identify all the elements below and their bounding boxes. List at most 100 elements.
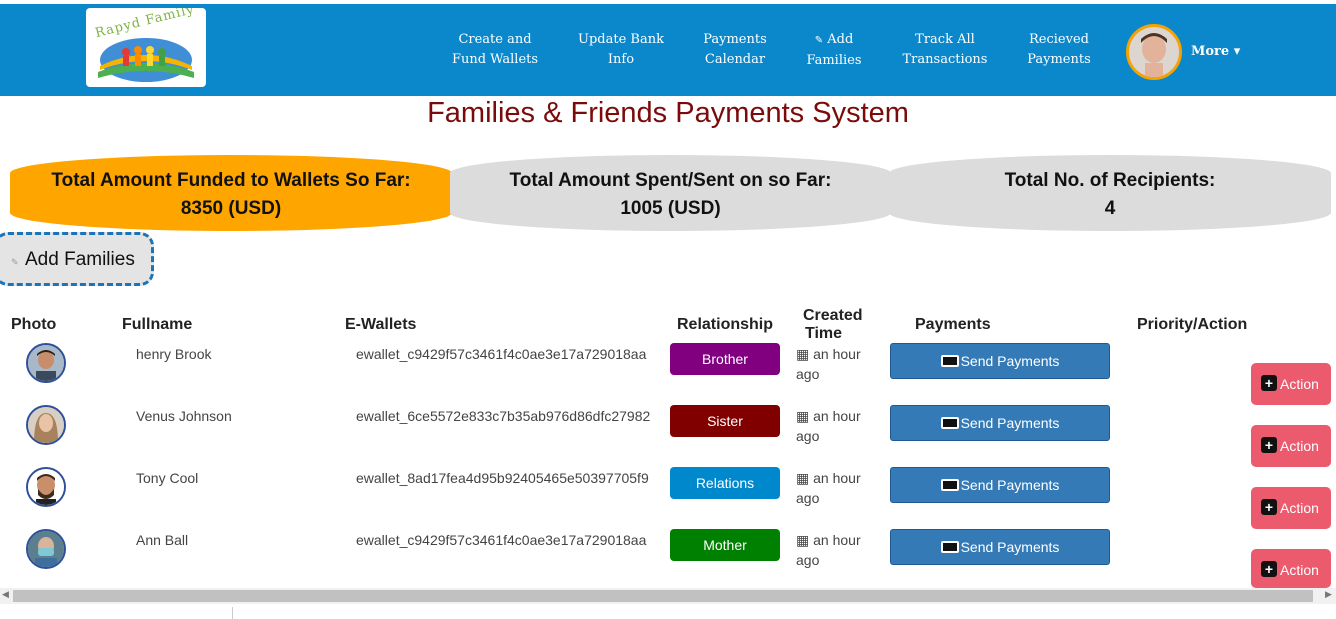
avatar <box>26 343 66 383</box>
header-priority-action: Priority/Action <box>1137 316 1248 333</box>
fullname-cell: henry Brook <box>136 346 212 362</box>
header-created-line2: Time <box>805 325 843 342</box>
nav-label-line1: Add <box>827 32 854 47</box>
edit-icon: ✎ <box>11 257 19 267</box>
header-photo: Photo <box>11 316 57 333</box>
time-line2: ago <box>796 366 820 382</box>
stat-recipients: Total No. of Recipients: 4 <box>889 155 1331 231</box>
send-payments-button[interactable]: Send Payments <box>890 405 1110 441</box>
action-label: Action <box>1280 376 1319 392</box>
created-time-cell: ▦ an hour ago <box>796 406 876 446</box>
nav-payments-calendar[interactable]: Payments Calendar <box>697 30 773 70</box>
nav-label-line1: Track All <box>915 32 975 47</box>
money-icon <box>940 355 959 367</box>
nav-update-bank-info[interactable]: Update Bank Info <box>577 30 665 70</box>
calendar-icon: ▦ <box>796 346 810 362</box>
money-icon <box>940 541 959 553</box>
send-payments-label: Send Payments <box>960 415 1060 431</box>
person-photo <box>28 407 64 443</box>
time-line1: an hour <box>813 408 861 424</box>
plus-square-icon: + <box>1261 561 1277 577</box>
stat-value: 4 <box>1104 198 1116 219</box>
action-label: Action <box>1280 438 1319 454</box>
header-created-line1: Created <box>803 307 863 324</box>
relationship-badge: Brother <box>670 343 780 375</box>
nav-track-transactions[interactable]: Track All Transactions <box>899 30 991 70</box>
bottom-bar <box>0 604 1336 619</box>
calendar-icon: ▦ <box>796 408 810 424</box>
header-relationship: Relationship <box>677 316 774 333</box>
created-time-cell: ▦ an hour ago <box>796 530 876 570</box>
fullname-cell: Ann Ball <box>136 532 189 548</box>
nav-label-line2: Payments <box>1027 52 1091 67</box>
header-ewallets: E-Wallets <box>345 316 417 333</box>
plus-square-icon: + <box>1261 375 1277 391</box>
nav-label-line1: Recieved <box>1029 32 1089 47</box>
rapyd-family-logo[interactable]: Rapyd Family <box>86 8 206 87</box>
calendar-icon: ▦ <box>796 532 810 548</box>
created-time-cell: ▦ an hour ago <box>796 468 876 508</box>
add-families-button[interactable]: ✎ Add Families <box>0 232 154 286</box>
nav-label-line2: Info <box>607 52 635 67</box>
header-fullname: Fullname <box>122 316 193 333</box>
edit-icon: ✎ <box>814 35 824 46</box>
add-families-label: Add Families <box>25 249 135 270</box>
fullname-cell: Venus Johnson <box>136 408 232 424</box>
user-avatar[interactable] <box>1126 24 1182 80</box>
time-line2: ago <box>796 428 820 444</box>
scroll-left-icon[interactable]: ◀ <box>2 589 9 600</box>
stat-spent: Total Amount Spent/Sent on so Far: 1005 … <box>450 155 891 231</box>
time-line1: an hour <box>813 470 861 486</box>
top-header: Rapyd Family Create and Fund Wallets Upd… <box>0 0 1336 96</box>
relationship-badge: Sister <box>670 405 780 437</box>
stat-label: Total No. of Recipients: <box>1004 170 1216 191</box>
header-payments: Payments <box>915 316 991 333</box>
avatar <box>26 405 66 445</box>
send-payments-button[interactable]: Send Payments <box>890 343 1110 379</box>
page-title: Families & Friends Payments System <box>427 97 909 129</box>
person-photo <box>28 469 64 505</box>
nav-create-fund-wallets[interactable]: Create and Fund Wallets <box>451 30 539 70</box>
nav-label-line1: Payments <box>703 32 767 47</box>
send-payments-button[interactable]: Send Payments <box>890 529 1110 565</box>
send-payments-label: Send Payments <box>960 477 1060 493</box>
person-photo <box>28 345 64 381</box>
nav-label-line2: Fund Wallets <box>451 52 539 67</box>
time-line1: an hour <box>813 532 861 548</box>
send-payments-label: Send Payments <box>960 353 1060 369</box>
horizontal-scrollbar[interactable]: ◀ ▶ <box>0 588 1336 604</box>
scroll-right-icon[interactable]: ▶ <box>1325 589 1332 600</box>
ewallet-cell: ewallet_c9429f57c3461f4c0ae3e17a729018aa <box>356 346 647 362</box>
time-line2: ago <box>796 552 820 568</box>
header-created-time: Created Time <box>803 307 863 343</box>
fullname-cell: Tony Cool <box>136 470 199 486</box>
action-button[interactable]: + Action <box>1251 487 1331 529</box>
person-photo <box>28 531 64 567</box>
stat-funded: Total Amount Funded to Wallets So Far: 8… <box>10 155 452 231</box>
nav-add-families[interactable]: ✎ Add Families <box>802 30 866 71</box>
more-dropdown[interactable]: More ▾ <box>1191 44 1240 59</box>
action-button[interactable]: + Action <box>1251 425 1331 467</box>
action-button[interactable]: + Action <box>1251 549 1331 588</box>
send-payments-label: Send Payments <box>960 539 1060 555</box>
ewallet-cell: ewallet_6ce5572e833c7b35ab976d86dfc27982 <box>356 408 651 424</box>
nav-label-line1: Create and <box>458 32 532 47</box>
nav-received-payments[interactable]: Recieved Payments <box>1022 30 1096 70</box>
stat-label: Total Amount Funded to Wallets So Far: <box>51 170 411 191</box>
plus-square-icon: + <box>1261 499 1277 515</box>
ewallet-cell: ewallet_8ad17fea4d95b92405465e50397705f9 <box>356 470 649 486</box>
scrollbar-thumb[interactable] <box>13 590 1313 602</box>
action-label: Action <box>1280 500 1319 516</box>
plus-square-icon: + <box>1261 437 1277 453</box>
time-line2: ago <box>796 490 820 506</box>
ewallet-cell: ewallet_c9429f57c3461f4c0ae3e17a729018aa <box>356 532 647 548</box>
money-icon <box>940 479 959 491</box>
action-button[interactable]: + Action <box>1251 363 1331 405</box>
navbar: Rapyd Family Create and Fund Wallets Upd… <box>0 4 1336 96</box>
avatar <box>26 467 66 507</box>
stat-value: 8350 (USD) <box>180 198 282 219</box>
family-logo-graphic <box>98 38 194 82</box>
nav-label-line1: Update Bank <box>578 32 664 47</box>
relationship-badge: Relations <box>670 467 780 499</box>
send-payments-button[interactable]: Send Payments <box>890 467 1110 503</box>
